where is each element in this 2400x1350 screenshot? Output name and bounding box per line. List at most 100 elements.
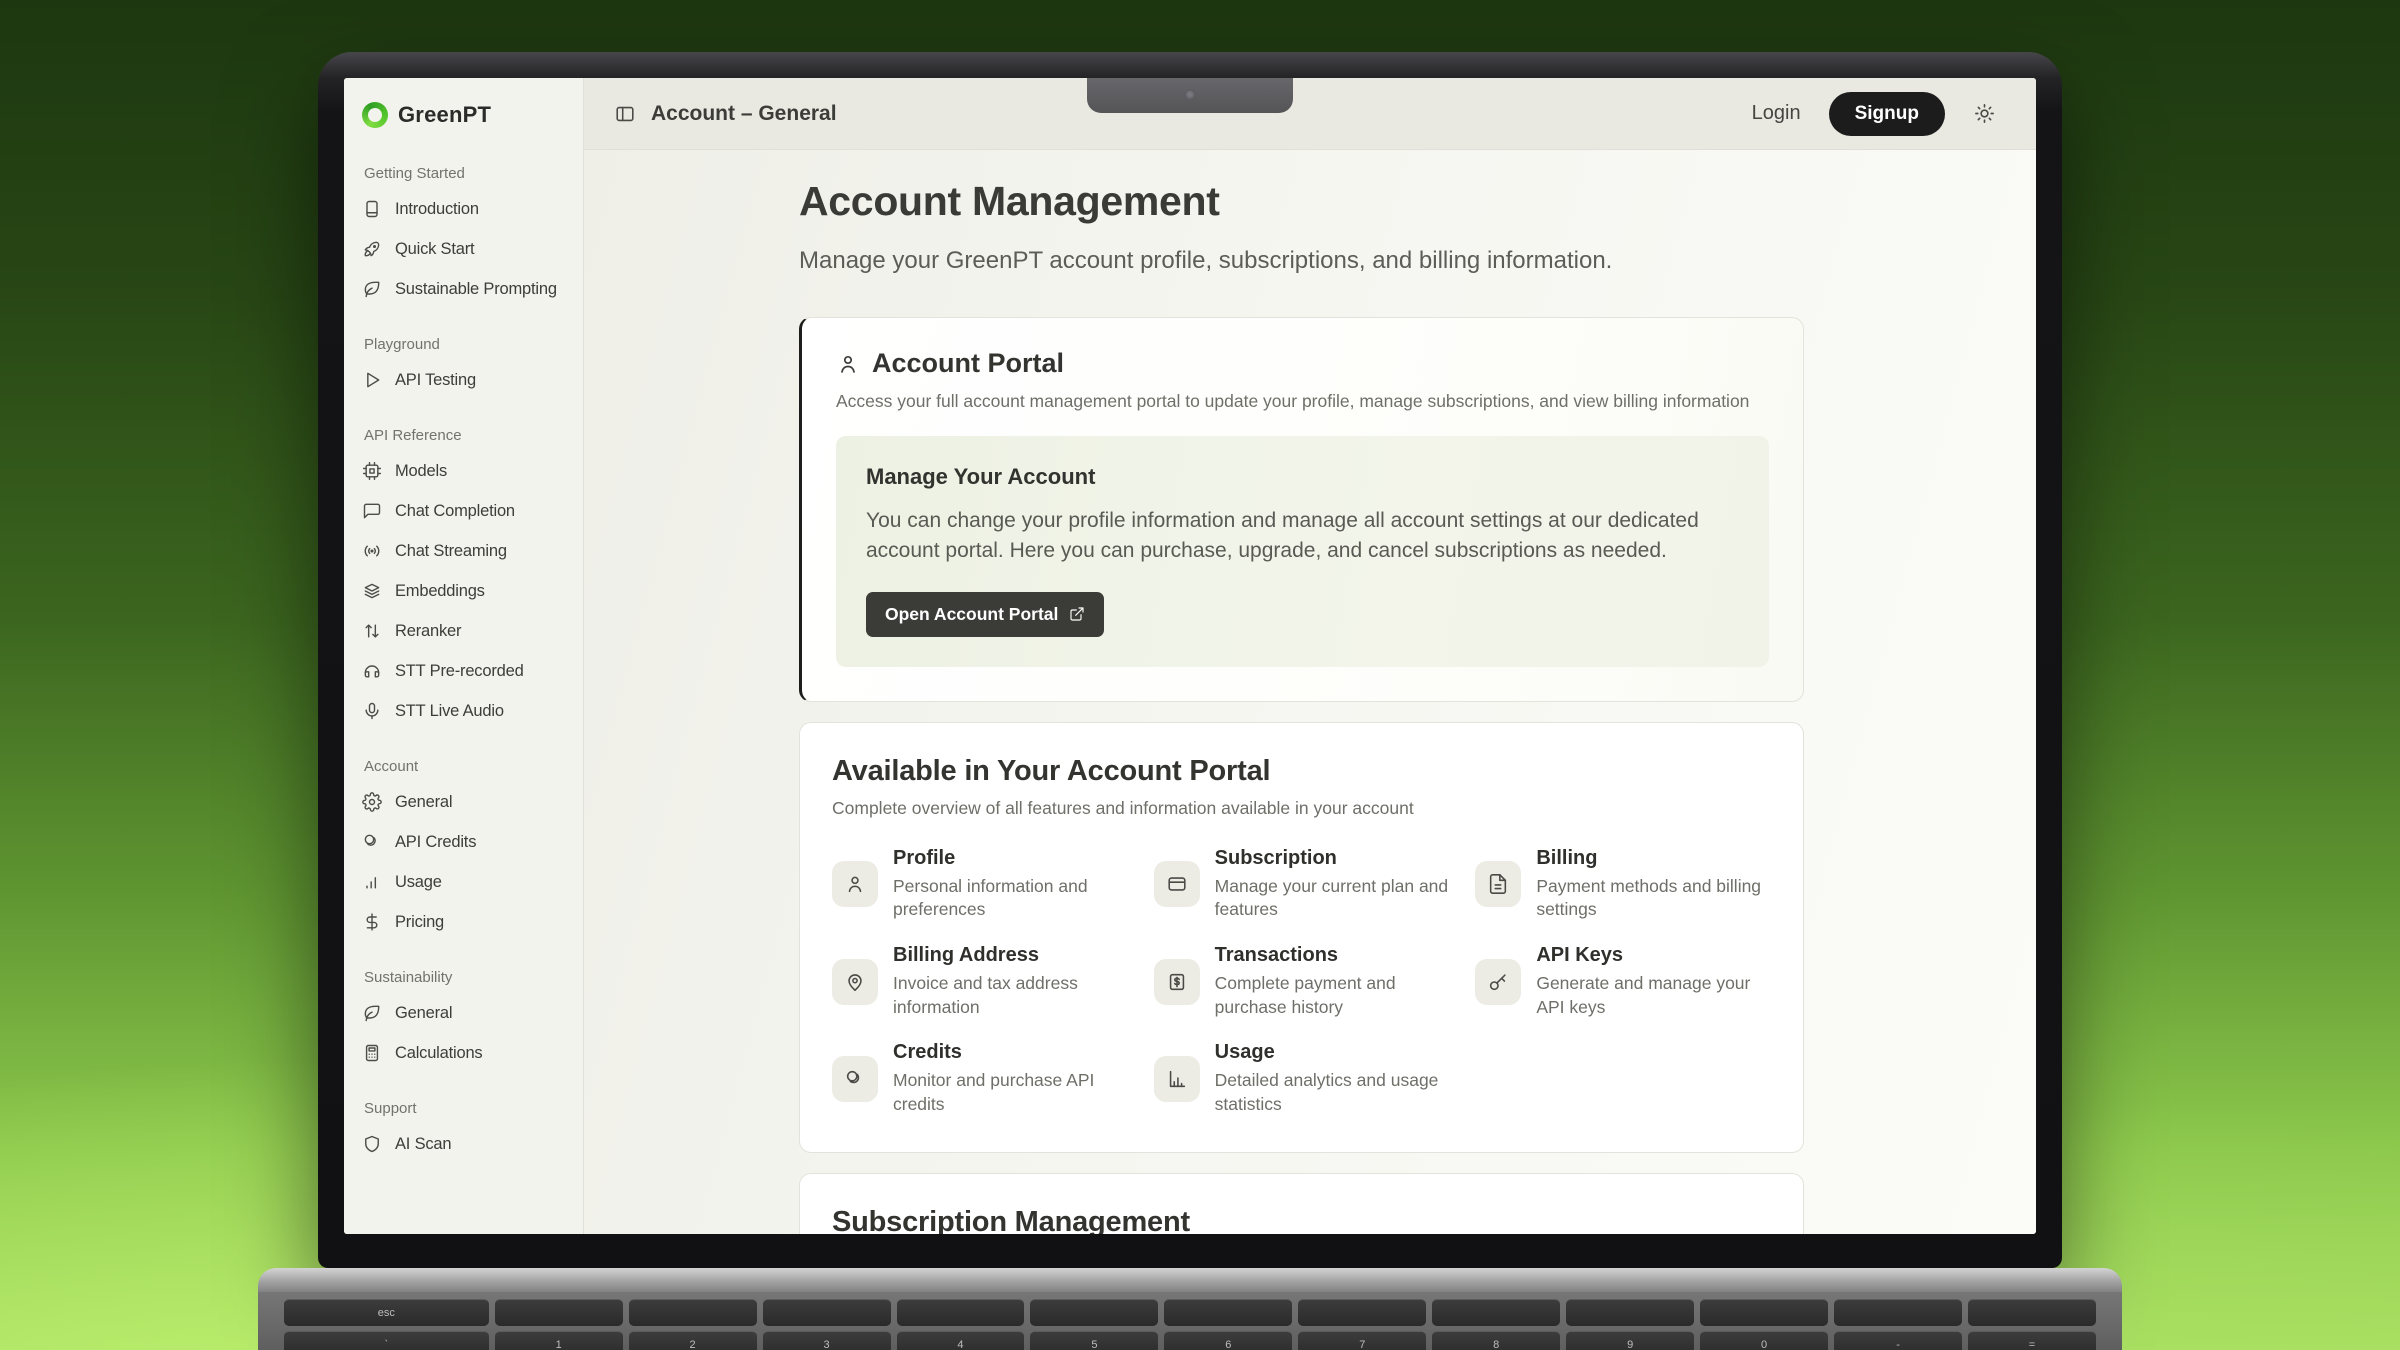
sidebar-item-chat-streaming[interactable]: Chat Streaming: [344, 531, 583, 571]
signup-button[interactable]: Signup: [1829, 92, 1945, 136]
book-icon: [362, 199, 382, 219]
sidebar-item-pricing[interactable]: Pricing: [344, 902, 583, 942]
keyboard-key: [1566, 1299, 1694, 1326]
topbar: Account – General Login Signup: [584, 78, 2036, 150]
nav-section-title-getting-started: Getting Started: [344, 138, 583, 189]
sidebar-item-introduction[interactable]: Introduction: [344, 189, 583, 229]
sidebar-item-label: Calculations: [395, 1044, 482, 1063]
play-icon: [362, 370, 382, 390]
chip-icon: [362, 461, 382, 481]
brand-name: GreenPT: [398, 102, 491, 128]
sidebar-item-label: Chat Completion: [395, 502, 515, 521]
camera-dot: [1185, 89, 1196, 100]
feature-title: Usage: [1215, 1041, 1450, 1064]
keyboard-key: [1030, 1299, 1158, 1326]
receipt-icon: [1154, 959, 1200, 1005]
sidebar-item-label: Sustainable Prompting: [395, 280, 557, 299]
sidebar-item-label: STT Pre-recorded: [395, 662, 524, 681]
sidebar-toggle-icon[interactable]: [614, 103, 636, 125]
keyboard-key: 7: [1298, 1331, 1426, 1350]
keyboard-row: `1234567890-=: [284, 1331, 2096, 1350]
chat-icon: [362, 501, 382, 521]
feature-title: Profile: [893, 847, 1128, 870]
feature-description: Personal information and preferences: [893, 875, 1128, 922]
sidebar-item-embeddings[interactable]: Embeddings: [344, 571, 583, 611]
breadcrumb: Account – General: [651, 102, 837, 126]
coins-icon: [362, 832, 382, 852]
sidebar-item-chat-completion[interactable]: Chat Completion: [344, 491, 583, 531]
keyboard-key: -: [1834, 1331, 1962, 1350]
feature-description: Payment methods and billing settings: [1536, 875, 1771, 922]
map-pin-icon: [832, 959, 878, 1005]
sidebar-item-label: Models: [395, 462, 447, 481]
account-portal-title: Account Portal: [872, 348, 1064, 379]
sidebar-item-sustainable-prompting[interactable]: Sustainable Prompting: [344, 269, 583, 309]
dollar-icon: [362, 912, 382, 932]
sidebar-item-calculations[interactable]: Calculations: [344, 1033, 583, 1073]
feature-subscription: SubscriptionManage your current plan and…: [1154, 847, 1450, 922]
feature-text: API Keys Generate and manage your API key…: [1536, 944, 1771, 1019]
feature-description: Detailed analytics and usage statistics: [1215, 1069, 1450, 1116]
chart-bars-icon: [362, 872, 382, 892]
gear-icon: [362, 792, 382, 812]
keyboard-key: [1298, 1299, 1426, 1326]
features-grid: Profile Personal information and preferen…: [832, 847, 1771, 1117]
laptop-hinge: [258, 1268, 2122, 1292]
open-account-portal-button[interactable]: Open Account Portal: [866, 592, 1104, 637]
leaf-icon: [362, 279, 382, 299]
keyboard-key: `: [284, 1331, 489, 1350]
feature-title: Credits: [893, 1041, 1128, 1064]
keyboard: esc`1234567890-=tabQWERTYUIOP: [284, 1299, 2096, 1350]
sidebar-item-api-credits[interactable]: API Credits: [344, 822, 583, 862]
sidebar-item-api-testing[interactable]: API Testing: [344, 360, 583, 400]
keyboard-key: [897, 1299, 1025, 1326]
keyboard-key: 8: [1432, 1331, 1560, 1350]
feature-text: Credits Monitor and purchase API credits: [893, 1041, 1128, 1116]
sidebar-item-usage[interactable]: Usage: [344, 862, 583, 902]
sidebar-item-label: Reranker: [395, 622, 461, 641]
page-title: Account Management: [799, 178, 2036, 225]
feature-description: Generate and manage your API keys: [1536, 972, 1771, 1019]
app-window: GreenPT Getting StartedIntroductionQuick…: [344, 78, 2036, 1234]
feature-description: Monitor and purchase API credits: [893, 1069, 1128, 1116]
sidebar-item-label: Chat Streaming: [395, 542, 507, 561]
brand-logo[interactable]: GreenPT: [344, 94, 583, 138]
document-icon: [1475, 861, 1521, 907]
feature-api-keys: API Keys Generate and manage your API key…: [1475, 944, 1771, 1019]
feature-credits: Credits Monitor and purchase API credits: [832, 1041, 1128, 1116]
feature-text: Profile Personal information and preferen…: [893, 847, 1128, 922]
credit-card-icon: [1154, 861, 1200, 907]
sidebar-item-models[interactable]: Models: [344, 451, 583, 491]
sidebar-item-reranker[interactable]: Reranker: [344, 611, 583, 651]
feature-title: Transactions: [1215, 944, 1450, 967]
feature-title: Billing Address: [893, 944, 1128, 967]
keyboard-key: [1834, 1299, 1962, 1326]
sidebar-item-general[interactable]: General: [344, 993, 583, 1033]
features-subtitle: Complete overview of all features and in…: [832, 798, 1771, 819]
leaf-icon: [362, 1003, 382, 1023]
manage-account-panel: Manage Your Account You can change your …: [836, 436, 1769, 667]
feature-text: Usage Detailed analytics and usage statis…: [1215, 1041, 1450, 1116]
sidebar-item-ai-scan[interactable]: AI Scan: [344, 1124, 583, 1164]
keyboard-key: [1968, 1299, 2096, 1326]
feature-description: Invoice and tax address information: [893, 972, 1128, 1019]
background: GreenPT Getting StartedIntroductionQuick…: [0, 0, 2400, 1350]
account-portal-header: Account Portal: [836, 348, 1769, 379]
keyboard-key: 6: [1164, 1331, 1292, 1350]
login-link[interactable]: Login: [1752, 102, 1801, 125]
feature-title: API Keys: [1536, 944, 1771, 967]
keyboard-key: 9: [1566, 1331, 1694, 1350]
main-content: Account Management Manage your GreenPT a…: [584, 150, 2036, 1234]
sidebar-item-general[interactable]: General: [344, 782, 583, 822]
theme-toggle-sun-icon[interactable]: [1973, 102, 1996, 125]
sidebar-item-quick-start[interactable]: Quick Start: [344, 229, 583, 269]
keyboard-key: 3: [763, 1331, 891, 1350]
subscription-management-card: Subscription Management: [799, 1173, 1804, 1234]
sidebar-item-stt-pre-recorded[interactable]: STT Pre-recorded: [344, 651, 583, 691]
sidebar-item-stt-live-audio[interactable]: STT Live Audio: [344, 691, 583, 731]
open-account-portal-label: Open Account Portal: [885, 604, 1058, 625]
sidebar-item-label: General: [395, 793, 452, 812]
sidebar-item-label: AI Scan: [395, 1135, 451, 1154]
account-portal-card: Account Portal Access your full account …: [799, 317, 1804, 702]
breadcrumb-group: Account – General: [614, 102, 837, 126]
